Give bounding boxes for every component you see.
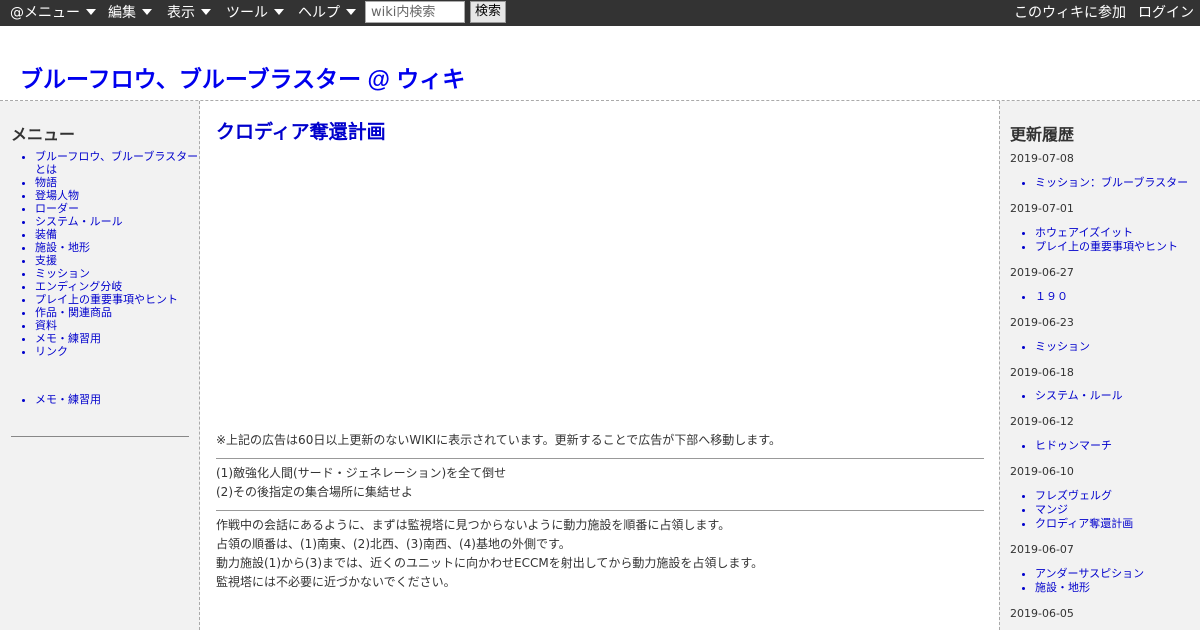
history-item[interactable]: 施設・地形 [1035,581,1144,595]
sidebar-item-label[interactable]: ミッション [35,267,90,280]
objective-2: (2)その後指定の集合場所に集結せよ [216,485,413,499]
sidebar-item-memo-extra[interactable]: メモ・練習用 [35,393,200,406]
menu-tools[interactable]: ツール [226,0,284,26]
history-item[interactable]: アンダーサスピション [1035,567,1144,581]
history-item[interactable]: プレイ上の重要事項やヒント [1035,240,1178,254]
menu-atmenu-label: @メニュー [10,5,80,21]
content-divider [216,510,984,511]
history-heading: 更新履歴 [1010,125,1075,144]
sidebar-extra-list: メモ・練習用 [11,393,200,406]
page-title[interactable]: クロディア奪還計画 [216,117,386,144]
sidebar-item-missions[interactable]: ミッション [35,267,200,280]
sidebar-item-memo[interactable]: メモ・練習用 [35,332,200,345]
history-list: ホウェアイズイット プレイ上の重要事項やヒント [1011,226,1178,254]
search-button[interactable]: 検索 [470,1,506,23]
login-link[interactable]: ログイン [1138,0,1194,26]
body-paragraph: 占領の順番は、(1)南東、(2)北西、(3)南西、(4)基地の外側です。 [216,537,571,551]
body-paragraph: 監視塔には不必要に近づかないでください。 [216,575,456,589]
menu-view[interactable]: 表示 [167,0,211,26]
caret-down-icon [201,9,211,15]
sidebar-item-loader[interactable]: ローダー [35,202,200,215]
menu-help-label: ヘルプ [298,5,340,21]
history-item[interactable]: ミッション [1035,340,1090,354]
sidebar-item-label[interactable]: システム・ルール [35,215,123,228]
history-date: 2019-07-01 [1010,202,1074,215]
left-sidebar: メニュー ブルーフロウ、ブルーブラスターとは 物語 登場人物 ローダー システム… [0,101,200,630]
sidebar-item-products[interactable]: 作品・関連商品 [35,306,200,319]
sidebar-menu-list: ブルーフロウ、ブルーブラスターとは 物語 登場人物 ローダー システム・ルール … [11,150,200,358]
sidebar-item-links[interactable]: リンク [35,345,200,358]
history-list: ミッション：ブルーブラスター [1011,176,1188,190]
sidebar-divider [11,436,189,437]
caret-down-icon [142,9,152,15]
site-title[interactable]: ブルーフロウ、ブルーブラスター @ ウィキ [20,60,465,94]
sidebar-item-label[interactable]: ローダー [35,202,79,215]
top-navigation-bar: @メニュー 編集 表示 ツール ヘルプ 検索 このウィキに参加 ログイン [0,0,1200,26]
sidebar-item-label[interactable]: 資料 [35,319,57,332]
sidebar-item-facilities[interactable]: 施設・地形 [35,241,200,254]
sidebar-item-endings[interactable]: エンディング分岐 [35,280,200,293]
sidebar-item-materials[interactable]: 資料 [35,319,200,332]
sidebar-item-label[interactable]: エンディング分岐 [35,280,122,293]
sidebar-item-label[interactable]: 支援 [35,254,57,267]
history-date: 2019-06-10 [1010,465,1074,478]
history-date: 2019-06-05 [1010,607,1074,620]
sidebar-item-label[interactable]: メモ・練習用 [35,332,101,345]
sidebar-item-label[interactable]: 施設・地形 [35,241,90,254]
history-list: １９０ [1011,290,1068,304]
history-item[interactable]: ホウェアイズイット [1035,226,1178,240]
history-item[interactable]: １９０ [1035,290,1068,304]
sidebar-item-label[interactable]: 登場人物 [35,189,79,202]
history-list: フレズヴェルグ マンジ クロディア奪還計画 [1011,489,1133,531]
history-item[interactable]: マンジ [1035,503,1133,517]
objective-1: (1)敵強化人間(サード・ジェネレーション)を全て倒せ [216,466,507,480]
sidebar-item-characters[interactable]: 登場人物 [35,189,200,202]
sidebar-item-label[interactable]: 装備 [35,228,57,241]
sidebar-item-label[interactable]: 作品・関連商品 [35,306,112,319]
sidebar-item-label[interactable]: メモ・練習用 [35,393,101,406]
menu-view-label: 表示 [167,5,195,21]
menu-tools-label: ツール [226,5,268,21]
caret-down-icon [346,9,356,15]
content-divider [216,458,984,459]
sidebar-item-system-rules[interactable]: システム・ルール [35,215,200,228]
body-paragraph: 作戦中の会話にあるように、まずは監視塔に見つからないように動力施設を順番に占領し… [216,518,731,532]
history-item[interactable]: フレズヴェルグ [1035,489,1133,503]
caret-down-icon [274,9,284,15]
history-date: 2019-06-27 [1010,266,1074,279]
sidebar-item-label[interactable]: ブルーフロウ、ブルーブラスターとは [35,150,198,176]
history-date: 2019-07-08 [1010,152,1074,165]
menu-help[interactable]: ヘルプ [298,0,356,26]
ad-notice: ※上記の広告は60日以上更新のないWIKIに表示されています。更新することで広告… [216,433,782,447]
sidebar-item-support[interactable]: 支援 [35,254,200,267]
menu-edit-label: 編集 [108,5,136,21]
sidebar-item-label[interactable]: プレイ上の重要事項やヒント [35,293,178,306]
history-item[interactable]: クロディア奪還計画 [1035,517,1133,531]
sidebar-item-tips[interactable]: プレイ上の重要事項やヒント [35,293,200,306]
join-wiki-link[interactable]: このウィキに参加 [1014,0,1126,26]
sidebar-item-about[interactable]: ブルーフロウ、ブルーブラスターとは [35,150,200,176]
right-sidebar: 更新履歴 2019-07-08 ミッション：ブルーブラスター 2019-07-0… [999,101,1200,630]
sidebar-item-equipment[interactable]: 装備 [35,228,200,241]
sidebar-item-label[interactable]: 物語 [35,176,57,189]
history-item[interactable]: システム・ルール [1035,389,1123,403]
history-list: システム・ルール [1011,389,1123,403]
history-date: 2019-06-23 [1010,316,1074,329]
menu-edit[interactable]: 編集 [108,0,152,26]
history-list: ヒドゥンマーチ [1011,439,1112,453]
sidebar-item-story[interactable]: 物語 [35,176,200,189]
wiki-search-input[interactable] [365,1,465,23]
history-list: アンダーサスピション 施設・地形 [1011,567,1144,595]
menu-heading: メニュー [11,125,76,144]
caret-down-icon [86,9,96,15]
history-date: 2019-06-12 [1010,415,1074,428]
history-item[interactable]: ミッション：ブルーブラスター [1035,176,1188,190]
history-date: 2019-06-07 [1010,543,1074,556]
menu-atmenu[interactable]: @メニュー [10,0,96,26]
body-paragraph: 動力施設(1)から(3)までは、近くのユニットに向かわせECCMを射出してから動… [216,556,764,570]
history-date: 2019-06-18 [1010,366,1074,379]
history-list: ミッション [1011,340,1090,354]
history-item[interactable]: ヒドゥンマーチ [1035,439,1112,453]
sidebar-item-label[interactable]: リンク [35,345,68,358]
